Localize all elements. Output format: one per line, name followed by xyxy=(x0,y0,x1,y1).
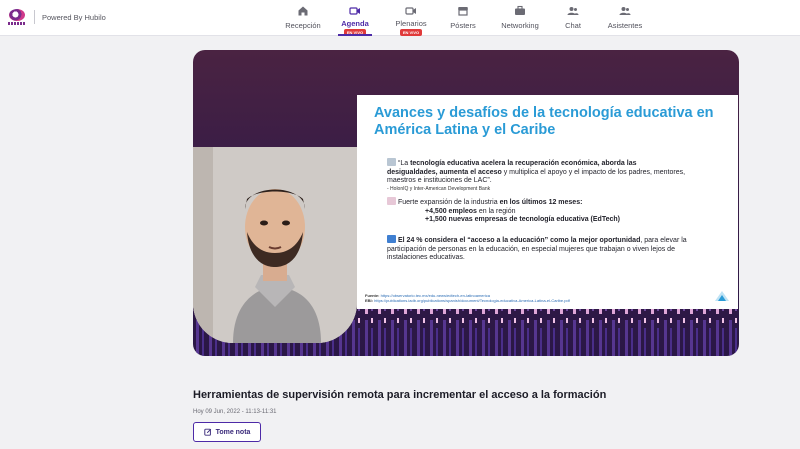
nav-label: Networking xyxy=(501,21,539,30)
slide-title: Avances y desafíos de la tecnología educ… xyxy=(374,105,714,138)
source-label: EBI: xyxy=(365,298,373,303)
brand: Powered By Hubilo xyxy=(6,6,106,28)
nav-label: Asistentes xyxy=(607,21,643,30)
speaker-image xyxy=(193,147,357,343)
slide-quote-block: “La tecnología educativa acelera la recu… xyxy=(387,158,687,192)
growth-bold-text: en los últimos 12 meses: xyxy=(499,199,583,206)
people-icon xyxy=(567,7,579,15)
session-title: Herramientas de supervisión remota para … xyxy=(193,389,607,401)
top-bar: Powered By Hubilo Recepción Agenda EN VI… xyxy=(0,0,800,36)
source-link: https://publications.iadb.org/publicatio… xyxy=(374,298,570,303)
quote-source: - HolonIQ y Inter-American Development B… xyxy=(387,185,491,192)
note-icon xyxy=(203,428,211,436)
video-player[interactable]: Avances y desafíos de la tecnología educ… xyxy=(193,50,739,356)
presentation-slide: Avances y desafíos de la tecnología educ… xyxy=(357,95,738,309)
session-time: Hoy 09 Jun, 2022 - 11:13-11:31 xyxy=(193,409,277,415)
nav-label: Pósters xyxy=(450,21,476,30)
home-icon xyxy=(298,6,308,16)
take-note-button[interactable]: Tome nota xyxy=(193,422,261,442)
chart-icon xyxy=(387,197,396,205)
slide-access-block: El 24 % considera el “acceso a la educac… xyxy=(387,235,707,263)
slide-growth-block: Fuerte expansión de la industria en los … xyxy=(387,197,687,225)
nav-item-recepcion[interactable]: Recepción xyxy=(277,0,329,36)
access-bold-text: El 24 % considera el “acceso a la educac… xyxy=(398,237,641,244)
growth-text: Fuerte expansión de la industria xyxy=(398,199,500,206)
slide-sources: Fuente: https://observatorio.tec.mx/edu-… xyxy=(365,293,665,303)
speaker-video xyxy=(193,147,357,343)
people-icon xyxy=(619,7,631,15)
nav-item-plenarios[interactable]: Plenarios EN VIVO xyxy=(391,0,431,36)
event-logo[interactable] xyxy=(6,6,28,28)
nav-item-networking[interactable]: Networking xyxy=(497,0,543,36)
briefcase-icon xyxy=(515,5,525,15)
slide-logo-icon xyxy=(715,291,729,301)
store-icon xyxy=(458,7,468,16)
powered-by-text: Powered By Hubilo xyxy=(42,12,106,22)
nav-item-asistentes[interactable]: Asistentes xyxy=(603,0,647,36)
video-camera-icon xyxy=(405,7,416,15)
video-camera-icon xyxy=(349,7,360,15)
brand-divider xyxy=(34,10,35,24)
nav-item-agenda[interactable]: Agenda EN VIVO xyxy=(338,0,372,36)
live-badge: EN VIVO xyxy=(399,29,423,36)
growth-jobs-rest: en la región xyxy=(476,207,516,215)
growth-companies: +1,500 nuevas empresas de tecnología edu… xyxy=(425,216,620,223)
nav-item-chat[interactable]: Chat xyxy=(560,0,586,36)
arrow-right-icon xyxy=(387,235,396,243)
live-badge: EN VIVO xyxy=(343,29,367,36)
growth-jobs: +4,500 empleos xyxy=(425,207,477,215)
nav-item-posters[interactable]: Pósters xyxy=(446,0,480,36)
nav-label: Plenarios xyxy=(395,19,427,28)
nav-label: Chat xyxy=(565,21,581,30)
take-note-label: Tome nota xyxy=(215,428,251,436)
book-icon xyxy=(387,158,396,166)
nav-label: Recepción xyxy=(285,21,321,30)
quote-text: “La xyxy=(398,160,411,167)
nav-label: Agenda xyxy=(341,19,369,28)
